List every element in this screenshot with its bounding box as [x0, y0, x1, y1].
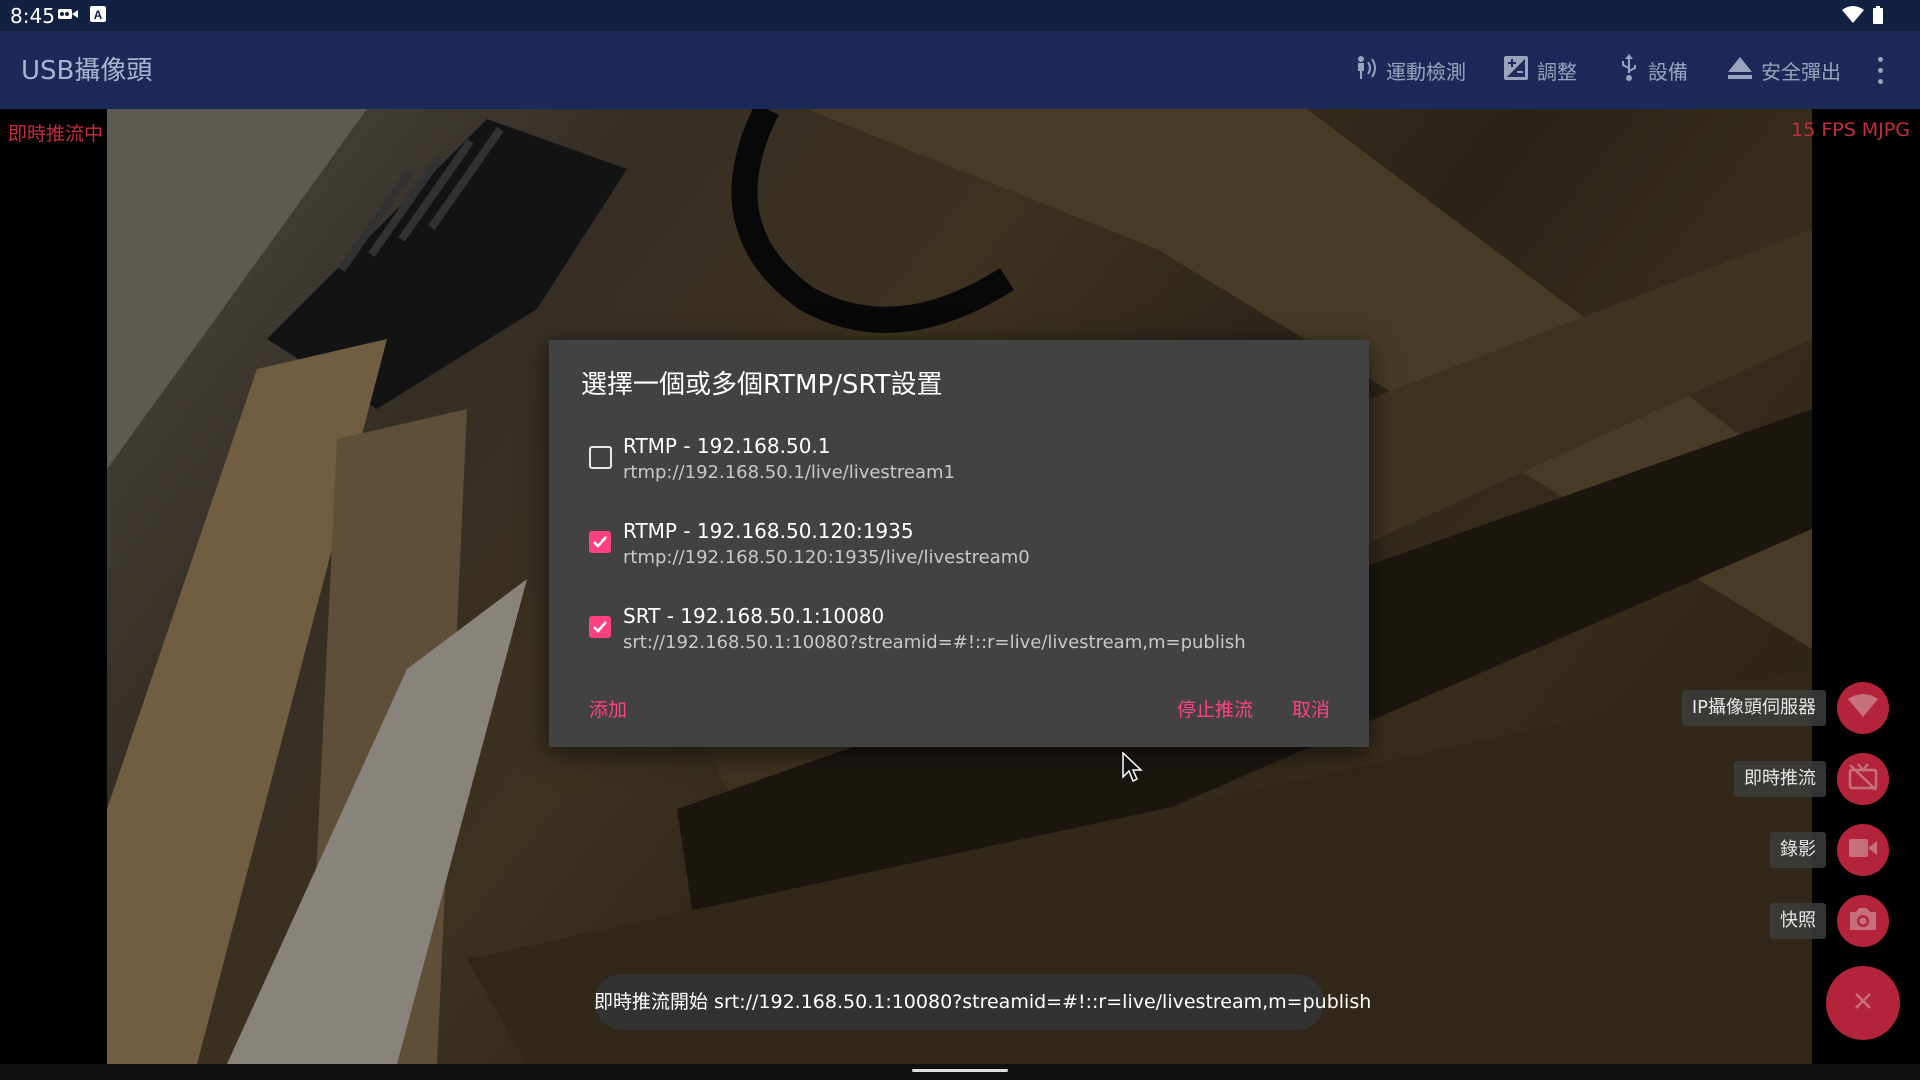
item-url: rtmp://192.168.50.120:1935/live/livestre…	[623, 547, 1030, 568]
camera-icon	[1848, 906, 1878, 936]
close-fab-button[interactable]	[1826, 966, 1900, 1040]
eject-icon	[1727, 56, 1761, 85]
add-button[interactable]: 添加	[589, 695, 627, 722]
svg-text:A: A	[94, 8, 103, 22]
stop-stream-button[interactable]: 停止推流	[1177, 695, 1253, 722]
item-title: RTMP - 192.168.50.1	[623, 434, 831, 458]
safe-eject-label: 安全彈出	[1761, 59, 1841, 84]
safe-eject-button[interactable]: 安全彈出	[1727, 53, 1841, 87]
list-item[interactable]: SRT - 192.168.50.1:10080 srt://192.168.5…	[589, 604, 1349, 674]
home-handle[interactable]	[912, 1069, 1008, 1072]
usb-icon	[1618, 53, 1648, 87]
live-stream-button[interactable]	[1837, 753, 1889, 805]
ip-camera-server-button[interactable]	[1837, 682, 1889, 734]
stream-select-dialog: 選擇一個或多個RTMP/SRT設置 RTMP - 192.168.50.1 rt…	[549, 340, 1369, 747]
checkbox-checked[interactable]	[589, 531, 611, 553]
list-item[interactable]: RTMP - 192.168.50.120:1935 rtmp://192.16…	[589, 519, 1349, 589]
stream-off-icon	[1848, 763, 1878, 795]
check-icon	[593, 536, 607, 548]
fab-label-live-stream[interactable]: 即時推流	[1734, 761, 1826, 797]
motion-detect-label: 運動檢測	[1386, 59, 1466, 84]
device-button[interactable]: 設備	[1618, 53, 1688, 87]
motion-detect-icon	[1352, 55, 1386, 86]
item-title: SRT - 192.168.50.1:10080	[623, 604, 885, 628]
video-camera-icon	[57, 6, 79, 26]
snapshot-button[interactable]	[1837, 895, 1889, 947]
app-title: USB攝像頭	[21, 56, 153, 86]
record-button[interactable]	[1837, 824, 1889, 876]
motion-detect-button[interactable]: 運動檢測	[1352, 53, 1466, 87]
toast-message: 即時推流開始 srt://192.168.50.1:10080?streamid…	[594, 974, 1371, 1030]
checkbox-checked[interactable]	[589, 616, 611, 638]
checkbox-unchecked[interactable]	[589, 446, 612, 469]
videocam-icon	[1848, 838, 1878, 862]
adjust-button[interactable]: 調整	[1503, 53, 1577, 87]
close-icon	[1853, 991, 1873, 1015]
battery-icon	[1873, 6, 1883, 28]
status-time: 8:45	[10, 4, 55, 28]
list-item[interactable]: RTMP - 192.168.50.1 rtmp://192.168.50.1/…	[589, 434, 1349, 504]
mouse-cursor-icon	[1122, 751, 1144, 788]
wifi-icon	[1848, 694, 1878, 722]
check-icon	[593, 621, 607, 633]
fab-label-ip-camera-server[interactable]: IP攝像頭伺服器	[1681, 690, 1826, 726]
more-vert-icon[interactable]	[1870, 51, 1890, 91]
status-bar: 8:45 A	[0, 0, 1920, 31]
item-title: RTMP - 192.168.50.120:1935	[623, 519, 914, 543]
item-url: rtmp://192.168.50.1/live/livestream1	[623, 462, 955, 483]
app-bar: USB攝像頭 運動檢測 調整 設備 安全彈出	[0, 31, 1920, 109]
navigation-bar	[0, 1064, 1920, 1080]
item-url: srt://192.168.50.1:10080?streamid=#!::r=…	[623, 632, 1246, 653]
fab-label-record[interactable]: 錄影	[1770, 832, 1826, 868]
dialog-title: 選擇一個或多個RTMP/SRT設置	[581, 370, 943, 400]
cancel-button[interactable]: 取消	[1292, 695, 1330, 722]
adjust-icon	[1503, 55, 1537, 86]
adjust-label: 調整	[1537, 59, 1577, 84]
device-label: 設備	[1648, 59, 1688, 84]
fab-label-snapshot[interactable]: 快照	[1770, 903, 1826, 939]
streaming-status: 即時推流中	[8, 123, 104, 145]
fps-format-label: 15 FPS MJPG	[1791, 119, 1910, 141]
wifi-icon	[1842, 6, 1864, 28]
keyboard-a-icon: A	[90, 6, 106, 26]
